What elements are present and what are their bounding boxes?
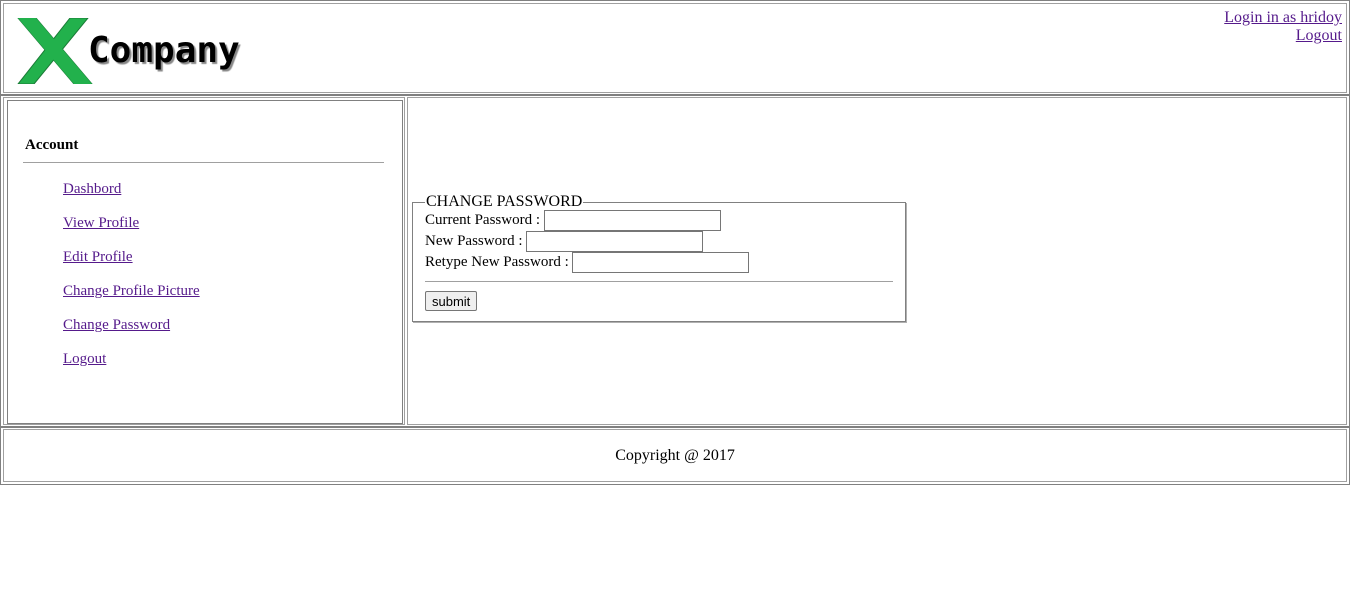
change-password-form: CHANGE PASSWORD Current Password : New P… <box>412 194 906 322</box>
sidebar-item-change-picture: Change Profile Picture <box>63 281 200 315</box>
header-logout-link[interactable]: Logout <box>1224 27 1342 45</box>
new-password-input[interactable] <box>526 231 704 252</box>
retype-password-input[interactable] <box>572 252 750 273</box>
main-cell: CHANGE PASSWORD Current Password : New P… <box>407 97 1347 425</box>
logo-x-icon <box>16 17 94 85</box>
sidebar-menu: Dashbord View Profile Edit Profile Chang… <box>63 179 200 383</box>
sidebar-item-dashboard: Dashbord <box>63 179 200 213</box>
login-status-link[interactable]: Login in as hridoy <box>1224 9 1342 27</box>
retype-password-label: Retype New Password : <box>425 254 569 270</box>
sidebar-logout-link[interactable]: Logout <box>63 351 106 367</box>
header-cell: Company Login in as hridoy Logout <box>3 3 1347 93</box>
logo-text: Company <box>88 30 240 71</box>
dashboard-link[interactable]: Dashbord <box>63 181 121 197</box>
sidebar-divider <box>23 162 384 163</box>
form-divider <box>425 281 893 282</box>
footer-table: Copyright @ 2017 <box>0 426 1350 485</box>
copyright-text: Copyright @ 2017 <box>615 447 735 464</box>
form-legend: CHANGE PASSWORD <box>426 193 583 210</box>
header-table: Company Login in as hridoy Logout <box>0 0 1350 96</box>
retype-password-row: Retype New Password : <box>425 252 893 273</box>
current-password-row: Current Password : <box>425 210 893 231</box>
sidebar-item-view-profile: View Profile <box>63 213 200 247</box>
sidebar-item-logout: Logout <box>63 349 200 383</box>
sidebar-cell: Account Dashbord View Profile Edit Profi… <box>3 97 405 425</box>
sidebar-panel: Account Dashbord View Profile Edit Profi… <box>7 100 403 424</box>
edit-profile-link[interactable]: Edit Profile <box>63 249 133 265</box>
sidebar-title: Account <box>25 137 79 153</box>
current-password-input[interactable] <box>543 210 721 231</box>
footer-cell: Copyright @ 2017 <box>3 429 1347 482</box>
change-profile-picture-link[interactable]: Change Profile Picture <box>63 283 200 299</box>
user-links: Login in as hridoy Logout <box>1224 9 1342 45</box>
sidebar-item-change-password: Change Password <box>63 315 200 349</box>
new-password-label: New Password : <box>425 233 523 249</box>
change-password-link[interactable]: Change Password <box>63 317 170 333</box>
sidebar-item-edit-profile: Edit Profile <box>63 247 200 281</box>
submit-button[interactable]: submit <box>425 291 478 311</box>
content-table: Account Dashbord View Profile Edit Profi… <box>0 94 1350 428</box>
new-password-row: New Password : <box>425 231 893 252</box>
current-password-label: Current Password : <box>425 212 540 228</box>
view-profile-link[interactable]: View Profile <box>63 215 139 231</box>
